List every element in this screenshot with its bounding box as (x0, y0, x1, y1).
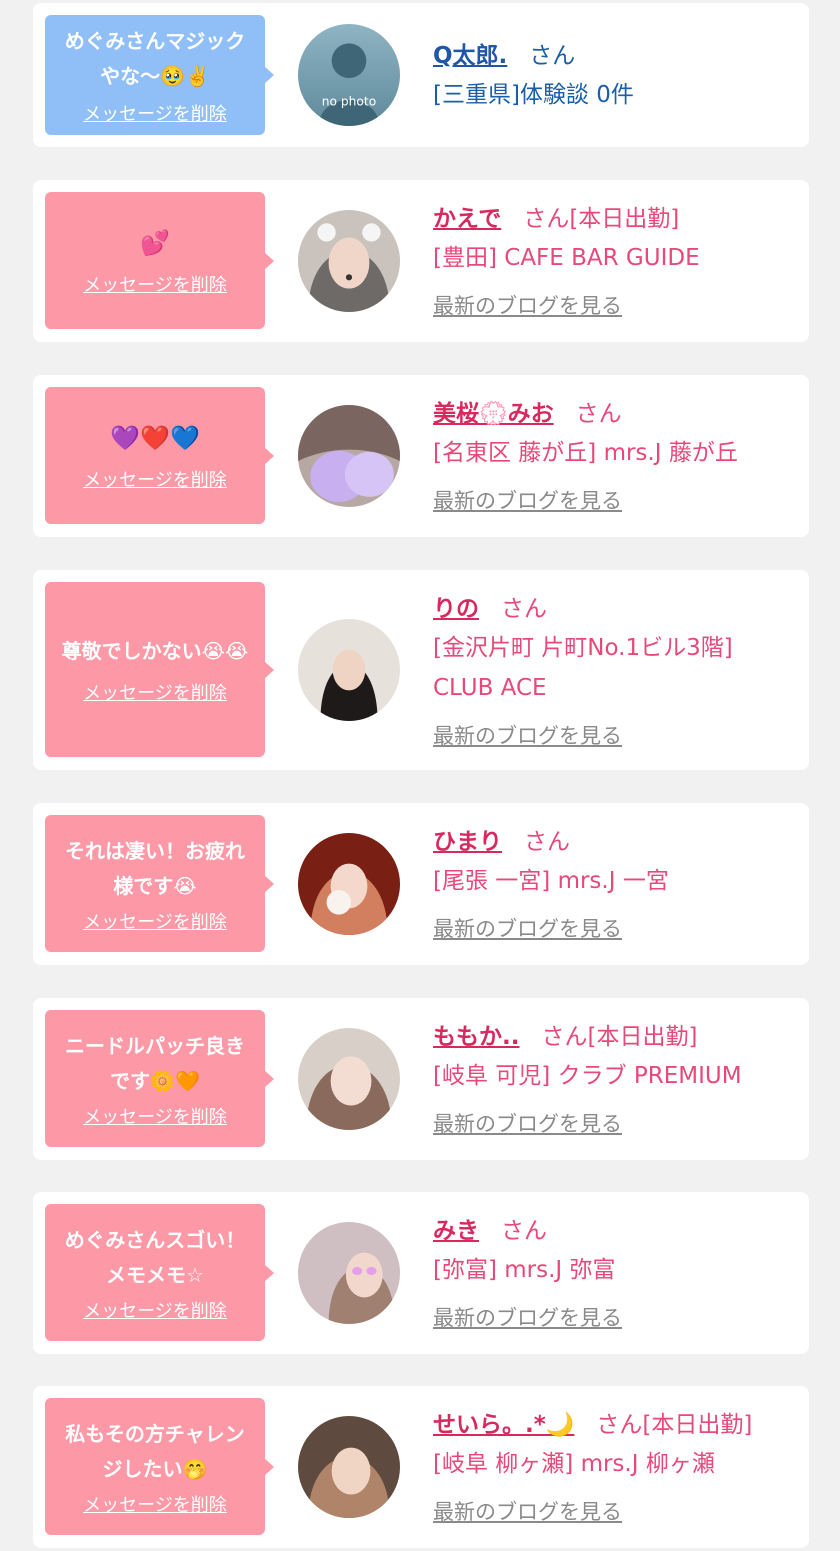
delete-message-link[interactable]: メッセージを削除 (83, 1491, 227, 1517)
message-text: 尊敬でしかない😭😭 (61, 639, 249, 663)
user-info: みき さん [弥富] mrs.J 弥富 最新のブログを見る (433, 1206, 789, 1332)
user-info: ももか.. さん[本日出勤] [岐阜 可児] クラブ PREMIUM 最新のブロ… (433, 1012, 789, 1138)
message-card: 💕 メッセージを削除 かえで さん[本日出勤] [豊田] CAFE BAR GU… (33, 180, 809, 342)
user-suffix: さん (524, 829, 570, 855)
message-text: めぐみさんスゴい！メモメモ☆ (64, 1227, 246, 1287)
girl-photo-avatar[interactable] (298, 210, 400, 312)
latest-blog-link[interactable]: 最新のブログを見る (433, 913, 622, 943)
message-text: めぐみさんマジックやな〜🥹✌️ (64, 29, 246, 88)
latest-blog-link[interactable]: 最新のブログを見る (433, 1302, 622, 1332)
girl-photo-avatar[interactable] (298, 1028, 400, 1130)
user-shop: [弥富] mrs.J 弥富 (433, 1257, 616, 1283)
user-suffix: さん[本日出勤] (596, 1412, 753, 1438)
message-list: めぐみさんマジックやな〜🥹✌️ メッセージを削除 no photo Q太郎. さ… (0, 0, 840, 1551)
profile-photo (298, 1416, 400, 1518)
message-card: それは凄い！お疲れ様です😭 メッセージを削除 ひまり さん [尾張 一宮] mr… (33, 803, 809, 965)
message-bubble: 尊敬でしかない😭😭 メッセージを削除 (45, 582, 274, 757)
message-bubble: ニードルパッチ良きです🌼🧡 メッセージを削除 (45, 1010, 274, 1147)
user-name-link[interactable]: みき (433, 1211, 479, 1245)
latest-blog-link[interactable]: 最新のブログを見る (433, 720, 622, 750)
user-info: りの さん [金沢片町 片町No.1ビル3階] CLUB ACE 最新のブログを… (433, 584, 789, 750)
message-text: 私もその方チャレンジしたい🤭 (65, 1421, 245, 1481)
user-info: 美桜💮みお さん [名東区 藤が丘] mrs.J 藤が丘 最新のブログを見る (433, 389, 789, 515)
message-bubble: 💜❤️💙 メッセージを削除 (45, 387, 274, 524)
user-suffix: さん (501, 1218, 547, 1244)
user-shop: [三重県]体験談 0件 (433, 82, 634, 108)
user-info: せいら。.*🌙 さん[本日出勤] [岐阜 柳ヶ瀬] mrs.J 柳ヶ瀬 最新のブ… (433, 1400, 789, 1526)
svg-text:no photo: no photo (322, 95, 376, 109)
message-text: 💜❤️💙 (110, 423, 200, 452)
user-suffix: さん (575, 401, 622, 427)
user-shop: [豊田] CAFE BAR GUIDE (433, 245, 700, 271)
user-shop: [名東区 藤が丘] mrs.J 藤が丘 (433, 440, 738, 466)
user-shop: [岐阜 柳ヶ瀬] mrs.J 柳ヶ瀬 (433, 1451, 715, 1477)
message-card: 私もその方チャレンジしたい🤭 メッセージを削除 せいら。.*🌙 さん[本日出勤]… (33, 1386, 809, 1548)
user-name-link[interactable]: ももか.. (433, 1017, 519, 1051)
delete-message-link[interactable]: メッセージを削除 (83, 908, 227, 934)
message-card: めぐみさんマジックやな〜🥹✌️ メッセージを削除 no photo Q太郎. さ… (33, 3, 809, 147)
delete-message-link[interactable]: メッセージを削除 (83, 1103, 227, 1129)
message-card: 尊敬でしかない😭😭 メッセージを削除 りの さん [金沢片町 片町No.1ビル3… (33, 570, 809, 770)
user-name-link[interactable]: ひまり (433, 822, 502, 856)
girl-photo-avatar[interactable] (298, 1416, 400, 1518)
delete-message-link[interactable]: メッセージを削除 (83, 271, 227, 297)
message-bubble: それは凄い！お疲れ様です😭 メッセージを削除 (45, 815, 274, 952)
message-bubble: めぐみさんマジックやな〜🥹✌️ メッセージを削除 (45, 15, 274, 135)
profile-photo (298, 1222, 400, 1324)
user-info: Q太郎. さん [三重県]体験談 0件 (433, 31, 789, 115)
user-suffix: さん (529, 43, 576, 69)
girl-photo-avatar[interactable] (298, 833, 400, 935)
user-info: かえで さん[本日出勤] [豊田] CAFE BAR GUIDE 最新のブログを… (433, 194, 789, 320)
message-bubble: めぐみさんスゴい！メモメモ☆ メッセージを削除 (45, 1204, 274, 1341)
latest-blog-link[interactable]: 最新のブログを見る (433, 1496, 622, 1526)
girl-photo-avatar[interactable] (298, 405, 400, 507)
user-name-link[interactable]: せいら。.*🌙 (433, 1405, 574, 1439)
user-shop: [岐阜 可児] クラブ PREMIUM (433, 1063, 742, 1089)
latest-blog-link[interactable]: 最新のブログを見る (433, 290, 622, 320)
profile-photo (298, 833, 400, 935)
user-name-link[interactable]: 美桜💮みお (433, 394, 554, 428)
user-info: ひまり さん [尾張 一宮] mrs.J 一宮 最新のブログを見る (433, 817, 789, 943)
profile-photo (298, 619, 400, 721)
no-photo-avatar[interactable]: no photo (298, 24, 400, 126)
profile-photo (298, 405, 400, 507)
message-card: 💜❤️💙 メッセージを削除 美桜💮みお さん [名東区 藤が丘] mrs.J 藤… (33, 375, 809, 537)
user-name-link[interactable]: りの (433, 589, 479, 623)
message-text: 💕 (140, 228, 170, 257)
girl-photo-avatar[interactable] (298, 1222, 400, 1324)
latest-blog-link[interactable]: 最新のブログを見る (433, 1108, 622, 1138)
user-shop: [尾張 一宮] mrs.J 一宮 (433, 868, 669, 894)
message-bubble: 私もその方チャレンジしたい🤭 メッセージを削除 (45, 1398, 274, 1535)
message-card: ニードルパッチ良きです🌼🧡 メッセージを削除 ももか.. さん[本日出勤] [岐… (33, 998, 809, 1160)
user-suffix: さん[本日出勤] (523, 206, 680, 232)
message-text: それは凄い！お疲れ様です😭 (65, 838, 245, 898)
message-bubble: 💕 メッセージを削除 (45, 192, 274, 329)
delete-message-link[interactable]: メッセージを削除 (83, 100, 227, 126)
message-text: ニードルパッチ良きです🌼🧡 (65, 1033, 245, 1093)
user-suffix: さん (501, 596, 547, 622)
latest-blog-link[interactable]: 最新のブログを見る (433, 485, 622, 515)
user-shop: [金沢片町 片町No.1ビル3階] CLUB ACE (433, 635, 733, 701)
silhouette-icon: no photo (298, 24, 400, 126)
user-name-link[interactable]: かえで (433, 199, 501, 233)
girl-photo-avatar[interactable] (298, 619, 400, 721)
delete-message-link[interactable]: メッセージを削除 (83, 679, 227, 705)
user-suffix: さん[本日出勤] (541, 1024, 698, 1050)
user-name-link[interactable]: Q太郎. (433, 36, 507, 70)
delete-message-link[interactable]: メッセージを削除 (83, 466, 227, 492)
profile-photo (298, 210, 400, 312)
profile-photo (298, 1028, 400, 1130)
message-card: めぐみさんスゴい！メモメモ☆ メッセージを削除 みき さん [弥富] mrs.J… (33, 1192, 809, 1354)
delete-message-link[interactable]: メッセージを削除 (83, 1297, 227, 1323)
